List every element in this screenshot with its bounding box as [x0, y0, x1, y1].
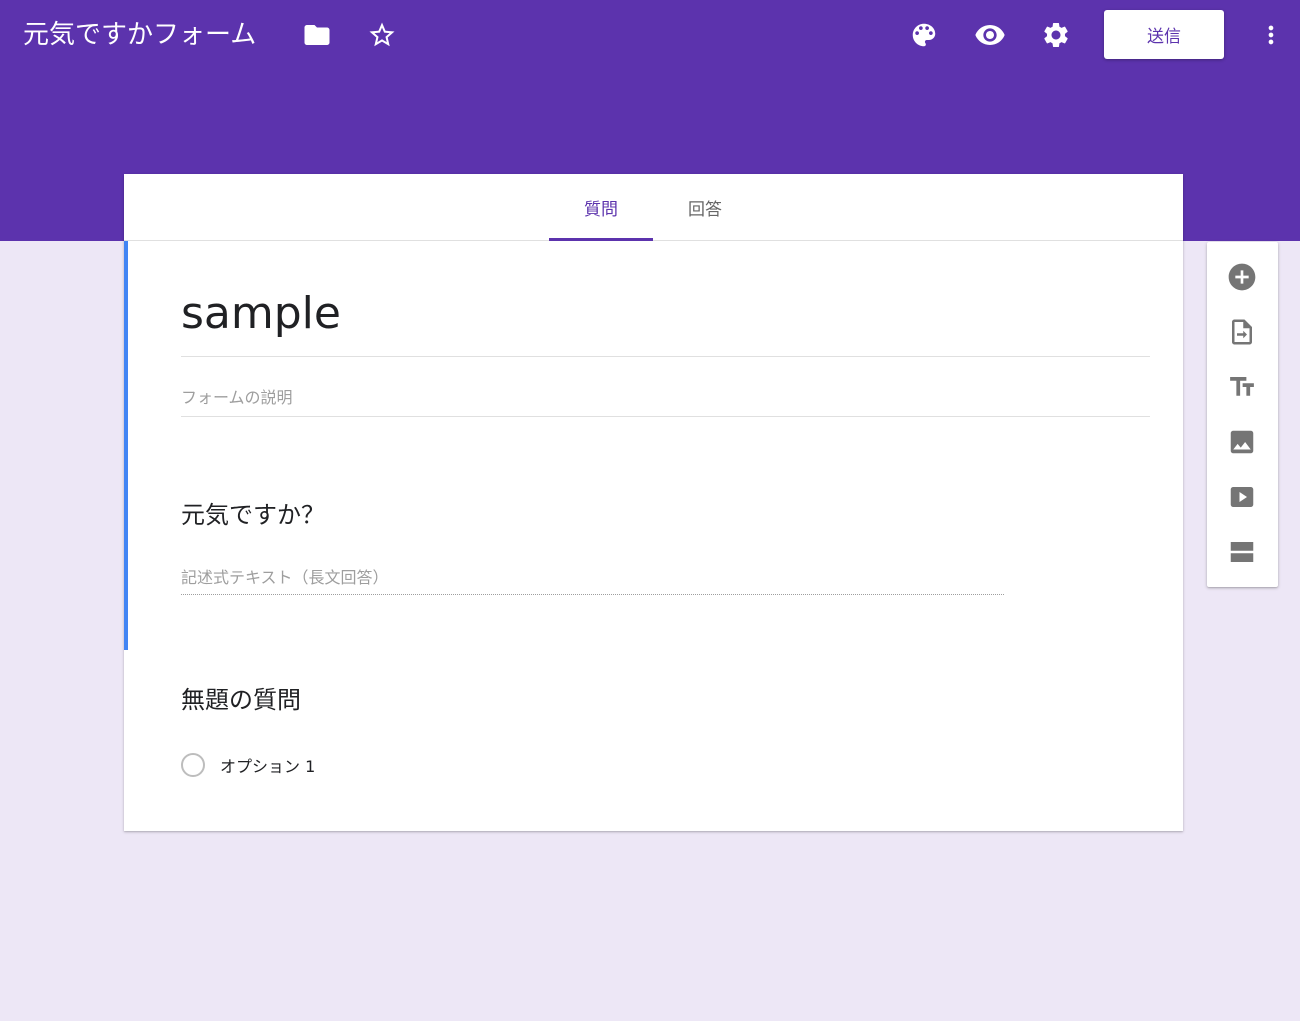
question-title[interactable]: 無題の質問	[181, 680, 301, 720]
send-button[interactable]: 送信	[1104, 10, 1224, 59]
question-title[interactable]: 元気ですか？	[181, 495, 325, 535]
form-title-field[interactable]: sample	[181, 284, 1150, 357]
palette-icon[interactable]	[904, 15, 944, 55]
option-label: オプション 1	[220, 757, 316, 776]
add-question-icon[interactable]	[1222, 257, 1262, 297]
folder-icon[interactable]	[297, 15, 337, 55]
tab-bar: 質問 回答	[124, 174, 1183, 241]
more-vert-icon[interactable]	[1251, 15, 1291, 55]
question-toolbar	[1207, 242, 1278, 587]
add-section-icon[interactable]	[1222, 532, 1262, 572]
preview-eye-icon[interactable]	[970, 15, 1010, 55]
active-section-indicator	[124, 241, 128, 650]
add-image-icon[interactable]	[1222, 422, 1262, 462]
form-title-text: sample	[181, 288, 341, 339]
form-description-field[interactable]: フォームの説明	[181, 384, 1150, 417]
settings-gear-icon[interactable]	[1036, 15, 1076, 55]
radio-circle-icon[interactable]	[181, 753, 205, 777]
import-questions-icon[interactable]	[1222, 312, 1262, 352]
long-answer-placeholder: 記述式テキスト（長文回答）	[181, 564, 1004, 595]
star-icon[interactable]	[362, 15, 402, 55]
form-name[interactable]: 元気ですかフォーム	[23, 17, 256, 53]
radio-option[interactable]: オプション 1	[181, 750, 315, 780]
add-video-icon[interactable]	[1222, 477, 1262, 517]
tab-responses[interactable]: 回答	[654, 174, 756, 240]
form-card: 質問 回答 sample フォームの説明 元気ですか？ 記述式テキスト（長文回答…	[124, 174, 1183, 831]
tab-questions[interactable]: 質問	[549, 174, 653, 241]
add-title-icon[interactable]	[1222, 367, 1262, 407]
